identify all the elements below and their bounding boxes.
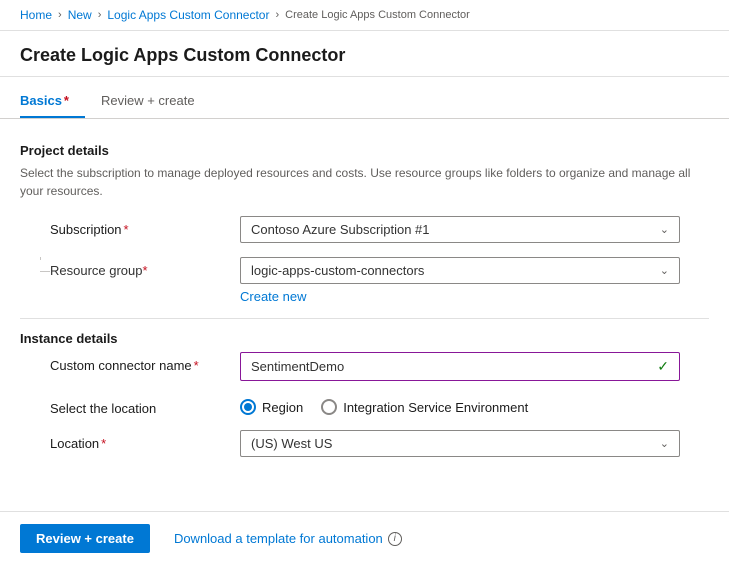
breadcrumb-new[interactable]: New xyxy=(68,8,92,22)
radio-ise-label: Integration Service Environment xyxy=(343,400,528,415)
validation-check-icon: ✓ xyxy=(657,358,669,375)
breadcrumb-sep1: › xyxy=(58,9,62,21)
location-chevron-icon: ⌄ xyxy=(660,437,669,450)
tabs-container: Basics* Review + create xyxy=(0,85,729,119)
info-icon: i xyxy=(388,532,402,546)
location-label: Location* xyxy=(20,430,240,451)
connector-name-input[interactable]: SentimentDemo ✓ xyxy=(240,352,680,381)
breadcrumb: Home › New › Logic Apps Custom Connector… xyxy=(0,0,729,31)
subscription-select[interactable]: Contoso Azure Subscription #1 ⌄ xyxy=(240,216,680,243)
review-create-button[interactable]: Review + create xyxy=(20,524,150,553)
location-selector-row: Select the location Region Integration S… xyxy=(20,395,709,416)
form-body: Project details Select the subscription … xyxy=(0,119,729,487)
breadcrumb-home[interactable]: Home xyxy=(20,8,52,22)
location-row: Location* (US) West US ⌄ xyxy=(20,430,709,457)
download-template-link[interactable]: Download a template for automation i xyxy=(174,531,402,546)
resource-group-chevron-icon: ⌄ xyxy=(660,264,669,277)
radio-region-label: Region xyxy=(262,400,303,415)
resource-group-label: Resource group xyxy=(50,263,143,278)
resource-group-control: logic-apps-custom-connectors ⌄ Create ne… xyxy=(240,257,680,304)
location-selector-label: Select the location xyxy=(20,395,240,416)
breadcrumb-current: Create Logic Apps Custom Connector xyxy=(285,9,470,21)
location-radio-group: Region Integration Service Environment xyxy=(240,395,680,415)
connector-name-label: Custom connector name* xyxy=(20,352,240,373)
radio-ise-circle xyxy=(321,399,337,415)
subscription-label: Subscription* xyxy=(20,216,240,237)
location-control: (US) West US ⌄ xyxy=(240,430,680,457)
breadcrumb-connector[interactable]: Logic Apps Custom Connector xyxy=(107,8,269,22)
radio-region-circle xyxy=(240,399,256,415)
footer: Review + create Download a template for … xyxy=(0,511,729,565)
radio-ise[interactable]: Integration Service Environment xyxy=(321,399,528,415)
resource-group-select[interactable]: logic-apps-custom-connectors ⌄ xyxy=(240,257,680,284)
subscription-chevron-icon: ⌄ xyxy=(660,223,669,236)
tab-review-create[interactable]: Review + create xyxy=(101,85,211,118)
create-new-link[interactable]: Create new xyxy=(240,289,306,304)
breadcrumb-sep3: › xyxy=(275,9,279,21)
resource-group-row: Resource group* logic-apps-custom-connec… xyxy=(20,257,709,304)
breadcrumb-sep2: › xyxy=(98,9,102,21)
page-title: Create Logic Apps Custom Connector xyxy=(0,31,729,77)
connector-name-row: Custom connector name* SentimentDemo ✓ xyxy=(20,352,709,381)
connector-name-control: SentimentDemo ✓ xyxy=(240,352,680,381)
location-select[interactable]: (US) West US ⌄ xyxy=(240,430,680,457)
radio-region[interactable]: Region xyxy=(240,399,303,415)
location-selector-control: Region Integration Service Environment xyxy=(240,395,680,415)
tab-basics[interactable]: Basics* xyxy=(20,85,85,118)
project-details-title: Project details xyxy=(20,143,709,158)
instance-details-title: Instance details xyxy=(20,331,709,346)
subscription-control: Contoso Azure Subscription #1 ⌄ xyxy=(240,216,680,243)
project-details-desc: Select the subscription to manage deploy… xyxy=(20,164,700,200)
subscription-row: Subscription* Contoso Azure Subscription… xyxy=(20,216,709,243)
section-divider xyxy=(20,318,709,319)
